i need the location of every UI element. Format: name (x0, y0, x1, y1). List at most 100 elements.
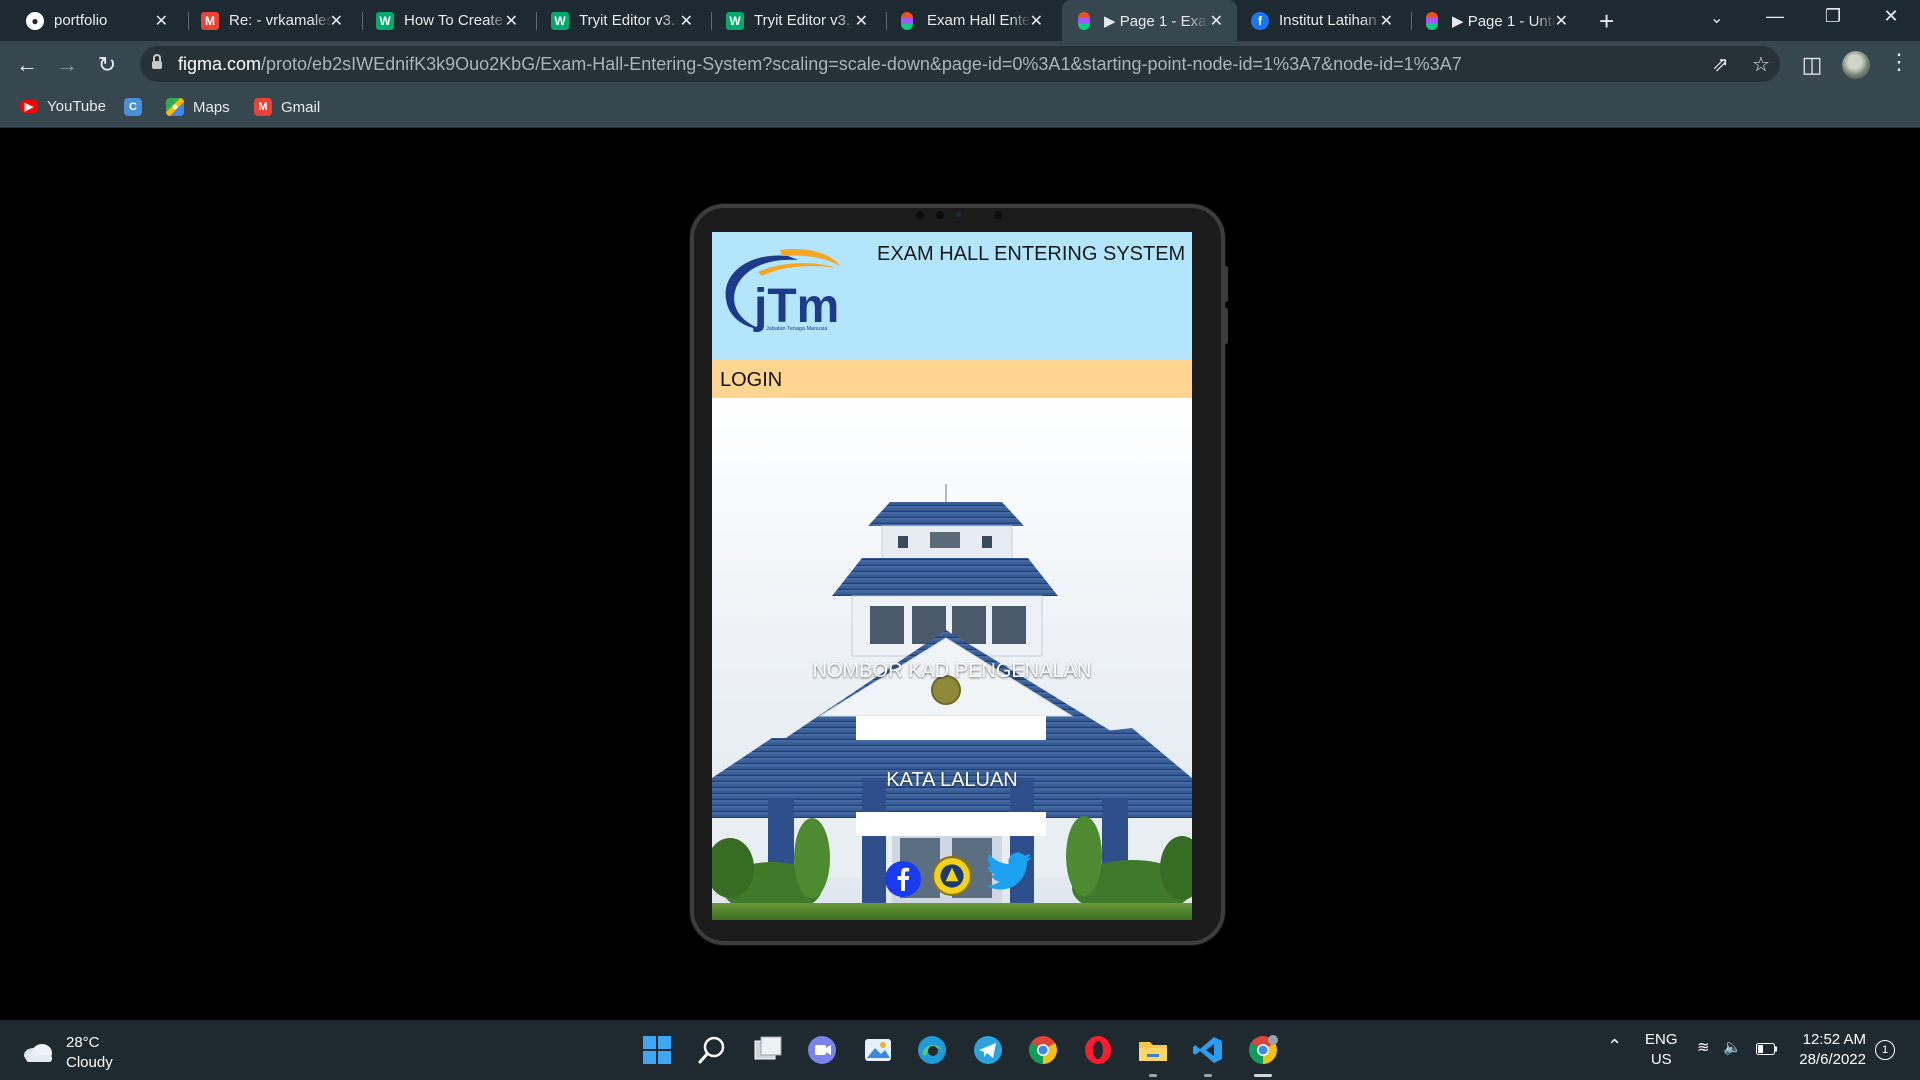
tab-portfolio[interactable]: ● portfolio ✕ (0, 0, 182, 41)
chrome-web-store-icon: C (124, 98, 142, 116)
windows-start-icon[interactable] (641, 1034, 673, 1066)
photos-icon[interactable] (862, 1034, 894, 1066)
jtm-emblem-icon[interactable] (932, 856, 972, 896)
tab-gmail[interactable]: M Re: - vrkamalesh ✕ (175, 0, 357, 41)
running-indicator (1204, 1074, 1212, 1077)
search-icon[interactable] (696, 1034, 728, 1066)
share-icon[interactable]: ⇗ (1712, 52, 1729, 77)
bookmark-gmail[interactable]: M Gmail (254, 98, 320, 116)
forward-icon[interactable]: → (53, 51, 81, 79)
tab-tryit-2[interactable]: W Tryit Editor v3. ✕ (700, 0, 882, 41)
close-icon[interactable]: ✕ (1030, 11, 1043, 31)
language-indicator[interactable]: ENG US (1645, 1030, 1678, 1070)
close-icon[interactable]: ✕ (330, 11, 343, 31)
tab-search-icon[interactable]: ⌄ (1710, 8, 1723, 28)
volume-icon[interactable]: 🔈 (1723, 1038, 1742, 1056)
camera-dot (936, 211, 944, 219)
youtube-icon: ▶ (20, 100, 38, 113)
login-heading: LOGIN (720, 369, 783, 391)
chrome-profile-icon[interactable] (1247, 1034, 1279, 1066)
close-icon[interactable]: ✕ (505, 11, 518, 31)
weather-temp: 28°C (66, 1034, 100, 1051)
menu-icon[interactable]: ⋮ (1888, 49, 1910, 75)
tab-institut[interactable]: f Institut Latihan ✕ (1225, 0, 1407, 41)
tab-title: Institut Latihan (1279, 12, 1377, 29)
id-number-field[interactable] (856, 716, 1046, 740)
tab-page1-exam[interactable]: ▶ Page 1 - Exam ✕ (1062, 0, 1237, 41)
camera-lens (956, 212, 961, 217)
tab-tryit-1[interactable]: W Tryit Editor v3. ✕ (525, 0, 707, 41)
active-indicator (1254, 1074, 1272, 1077)
lock-icon[interactable] (152, 54, 162, 69)
clock-date: 28/6/2022 (1799, 1051, 1866, 1068)
bookmark-label: YouTube (47, 98, 106, 115)
language: ENG (1645, 1031, 1678, 1048)
close-icon[interactable]: ✕ (1380, 11, 1393, 31)
weather-desc: Cloudy (66, 1054, 113, 1071)
clock[interactable]: 12:52 AM 28/6/2022 (1796, 1030, 1866, 1070)
tab-page1-untitled[interactable]: ▶ Page 1 - Untit ✕ (1400, 0, 1582, 41)
bookmark-youtube[interactable]: ▶ YouTube (20, 98, 106, 115)
vscode-icon[interactable] (1192, 1034, 1224, 1066)
facebook-icon: f (1251, 11, 1269, 30)
clock-time: 12:52 AM (1802, 1031, 1866, 1048)
login-bar: LOGIN (712, 360, 1192, 398)
tab-how-to-create[interactable]: W How To Create ✕ (350, 0, 532, 41)
close-icon[interactable]: ✕ (680, 11, 693, 31)
bookmark-maps[interactable]: ● Maps (166, 98, 230, 116)
back-icon[interactable]: ← (13, 51, 41, 79)
tablet-frame: jTm Jabatan Tenaga Manusia EXAM HALL ENT… (690, 204, 1228, 945)
wifi-icon[interactable]: ≋ (1697, 1038, 1710, 1056)
file-explorer-icon[interactable] (1137, 1034, 1169, 1066)
notification-count: 1 (1881, 1044, 1889, 1056)
taskbar: 28°C Cloudy ⌃ ENG US ≋ 🔈 12:52 AM 28/6/2… (0, 1020, 1920, 1080)
password-label: KATA LALUAN (886, 769, 1018, 791)
close-icon[interactable]: ✕ (1555, 11, 1568, 31)
tab-title: portfolio (54, 12, 108, 29)
task-view-icon[interactable] (752, 1034, 784, 1066)
twitter-icon[interactable] (986, 852, 1034, 892)
gmail-icon: M (254, 98, 272, 116)
address-bar[interactable]: figma.com/proto/eb2sIWEdnifK3k9Ouo2KbG/E… (140, 46, 1780, 82)
reload-icon[interactable]: ↻ (93, 51, 121, 79)
close-window-icon[interactable]: ✕ (1876, 6, 1906, 27)
tab-title: Tryit Editor v3. (579, 12, 676, 29)
minimize-icon[interactable]: — (1760, 6, 1790, 27)
battery-icon[interactable] (1756, 1043, 1778, 1055)
app-title: EXAM HALL ENTERING SYSTEM (877, 243, 1186, 265)
close-icon[interactable]: ✕ (155, 11, 168, 31)
maps-icon: ● (166, 98, 184, 116)
facebook-icon[interactable] (884, 860, 922, 898)
figma-icon (1426, 11, 1438, 30)
avatar[interactable] (1842, 51, 1870, 79)
chrome-icon[interactable] (1027, 1034, 1059, 1066)
url-text[interactable]: figma.com/proto/eb2sIWEdnifK3k9Ouo2KbG/E… (178, 54, 1462, 75)
close-icon[interactable]: ✕ (1210, 11, 1223, 31)
bookmark-web-store[interactable]: C (124, 98, 151, 116)
figma-icon (901, 11, 913, 30)
side-button (1224, 308, 1228, 344)
tab-title: Tryit Editor v3. (754, 12, 851, 29)
bookmarks-bar: ▶ YouTube C ● Maps M Gmail (0, 89, 1920, 128)
teams-chat-icon[interactable] (806, 1034, 838, 1066)
tab-title: Exam Hall Ente (927, 12, 1031, 29)
tab-title: Re: - vrkamalesh (229, 12, 333, 29)
edge-icon[interactable] (916, 1034, 948, 1066)
password-field[interactable] (856, 812, 1046, 836)
telegram-icon[interactable] (972, 1034, 1004, 1066)
weather-widget[interactable]: 28°C Cloudy (22, 1033, 113, 1073)
close-icon[interactable]: ✕ (855, 11, 868, 31)
restore-icon[interactable]: ❐ (1818, 6, 1848, 27)
w3schools-icon: W (551, 11, 569, 30)
side-panel-icon[interactable]: ◫ (1798, 51, 1826, 79)
show-hidden-icons[interactable]: ⌃ (1607, 1036, 1622, 1057)
opera-icon[interactable] (1082, 1034, 1114, 1066)
new-tab-button[interactable]: + (1599, 6, 1614, 37)
region: US (1650, 1051, 1672, 1068)
tab-exam-hall[interactable]: Exam Hall Ente ✕ (875, 0, 1057, 41)
tab-strip: ● portfolio ✕ M Re: - vrkamalesh ✕ W How… (0, 0, 1920, 41)
camera-dot (994, 211, 1002, 219)
notification-badge[interactable]: 1 (1875, 1040, 1895, 1060)
bookmark-star-icon[interactable]: ☆ (1752, 52, 1770, 77)
app-screen: jTm Jabatan Tenaga Manusia EXAM HALL ENT… (712, 232, 1192, 920)
